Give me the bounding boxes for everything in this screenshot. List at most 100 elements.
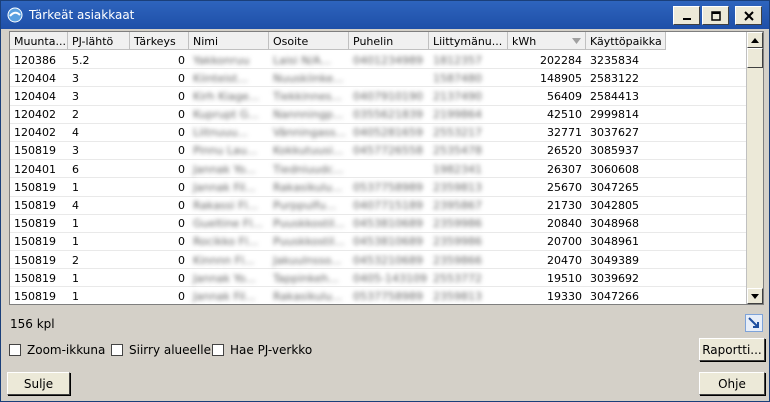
cell-nimi: Liitnuuu... (193, 126, 248, 140)
move-area-label: Siirry alueelle (129, 343, 211, 357)
minimize-button[interactable] (673, 6, 700, 25)
table-row[interactable]: 150819 1 0 Jannak Fil... Rakasikulu... 053775… (10, 287, 747, 304)
cell-puhelin: 0405-143109 (353, 271, 427, 285)
cell-muuntamo: 150819 (14, 180, 56, 194)
record-count: 156 kpl (10, 317, 55, 331)
table-row[interactable]: 150819 1 0 Jannak Yo... Tappinkeh... 0405-143… (10, 269, 747, 288)
cell-liittymanumero: 2137490 (433, 89, 482, 103)
cell-pj-lahto: 1 (72, 217, 79, 231)
move-area-option[interactable]: Siirry alueelle (111, 343, 211, 357)
table-row[interactable]: 120401 6 0 Jannak Yo... Tiedniuudc... 1982341… (10, 160, 747, 179)
cell-kayttopaikka: 3060608 (590, 162, 639, 176)
cell-nimi: Gueltine Fl... (193, 217, 263, 231)
cell-muuntamo: 120402 (14, 108, 56, 122)
column-header-muuntamo[interactable]: Muunta... (10, 32, 68, 50)
cell-tarkeys: 0 (178, 235, 185, 249)
cell-tarkeys: 0 (178, 71, 185, 85)
cell-nimi: Jannak Fil... (193, 180, 256, 194)
fetch-network-checkbox[interactable] (212, 344, 224, 356)
cell-kwh: 26520 (547, 144, 582, 158)
column-header-puhelin[interactable]: Puhelin (349, 32, 429, 50)
cell-muuntamo: 120402 (14, 126, 56, 140)
cell-muuntamo: 150819 (14, 271, 56, 285)
table-row[interactable]: 150819 3 0 Pinnu Lau... Kokkutuusi... 0457726… (10, 142, 747, 161)
scroll-up-button[interactable] (747, 32, 763, 48)
cell-liittymanumero: 2553217 (433, 126, 482, 140)
cell-muuntamo: 120404 (14, 89, 56, 103)
cell-tarkeys: 0 (178, 289, 185, 303)
cell-muuntamo: 120386 (14, 53, 56, 67)
cell-nimi: Jannak Fil... (193, 289, 256, 303)
zoom-toggle-button[interactable] (745, 314, 763, 332)
title-bar: Tärkeät asiakkaat (1, 1, 769, 29)
fetch-network-option[interactable]: Hae PJ-verkko (212, 343, 312, 357)
column-header-tarkeys[interactable]: Tärkeys (130, 32, 189, 50)
customer-grid[interactable]: Muunta... PJ-lähtö Tärkeys Nimi Osoite P… (9, 31, 764, 305)
column-header-osoite[interactable]: Osoite (269, 32, 349, 50)
cell-kayttopaikka: 3235834 (590, 53, 639, 67)
column-header-liittymanumero[interactable]: Liittymänu... (429, 32, 508, 50)
table-row[interactable]: 150819 1 0 Rocikko Fl... Puuskkostil... 04538… (10, 233, 747, 252)
cell-pj-lahto: 2 (72, 108, 79, 122)
cell-kwh: 21730 (547, 199, 582, 212)
cell-nimi: Rocikko Fl... (193, 235, 259, 249)
help-button[interactable]: Ohje (699, 372, 765, 395)
cell-pj-lahto: 4 (72, 199, 79, 212)
cell-kayttopaikka: 3039692 (590, 271, 639, 285)
cell-osoite: Tiedniuudc... (273, 162, 344, 176)
app-icon (7, 7, 23, 23)
maximize-button[interactable] (702, 6, 729, 25)
cell-kayttopaikka: 3048968 (590, 217, 639, 231)
cell-tarkeys: 0 (178, 144, 185, 158)
cell-liittymanumero: 2359986 (433, 235, 482, 249)
column-header-nimi[interactable]: Nimi (189, 32, 269, 50)
cell-liittymanumero: 2553772 (433, 271, 482, 285)
table-row[interactable]: 120402 4 0 Liitnuuu... Vänningass... 04052816… (10, 124, 747, 142)
cell-muuntamo: 150819 (14, 199, 56, 212)
cell-tarkeys: 0 (178, 180, 185, 194)
cell-muuntamo: 150819 (14, 217, 56, 231)
cell-kwh: 32771 (547, 126, 582, 140)
table-row[interactable]: 120404 3 0 Kiinteist... Nuuskiinke... 1587480… (10, 69, 747, 88)
cell-kwh: 202284 (540, 53, 582, 67)
table-row[interactable]: 120386 5.2 0 Yakkonruu Laisi N/A... 040123498… (10, 51, 747, 70)
table-row[interactable]: 150819 1 0 Gueltine Fl... Puuskkostil... 0453… (10, 215, 747, 233)
zoom-window-option[interactable]: Zoom-ikkuna (9, 343, 105, 357)
cell-liittymanumero: 2359866 (433, 253, 482, 267)
cell-puhelin: 0457726558 (353, 144, 423, 158)
cell-pj-lahto: 2 (72, 253, 79, 267)
cell-kwh: 19510 (547, 271, 582, 285)
column-header-kwh[interactable]: kWh (508, 32, 586, 50)
close-button[interactable]: Sulje (7, 372, 70, 395)
cell-osoite: Puuskkostil... (273, 217, 345, 231)
table-row[interactable]: 150819 1 0 Jannak Fil... Rakasikulu... 053775… (10, 178, 747, 197)
table-row[interactable]: 150819 4 0 Rakassi Fl... Purppulfu... 0407715… (10, 197, 747, 215)
cell-pj-lahto: 1 (72, 180, 79, 194)
column-header-pj-lahto[interactable]: PJ-lähtö (68, 32, 130, 50)
cell-puhelin: 0537758989 (353, 180, 423, 194)
vertical-scrollbar[interactable] (746, 32, 763, 304)
cell-kayttopaikka: 3042805 (590, 199, 639, 212)
scroll-down-button[interactable] (747, 288, 763, 304)
cell-osoite: Rakasikulu... (273, 289, 343, 303)
cell-nimi: Kiinteist... (193, 71, 248, 85)
report-button[interactable]: Raportti... (699, 338, 765, 361)
table-row[interactable]: 120402 2 0 Kuprupt G... Nannningp... 03556218… (10, 106, 747, 124)
cell-tarkeys: 0 (178, 253, 185, 267)
cell-muuntamo: 120401 (14, 162, 56, 176)
scroll-thumb[interactable] (747, 48, 763, 68)
table-row[interactable]: 120404 3 0 Kirh Kiage... Tiekkinnes... 040791… (10, 87, 747, 106)
cell-osoite: Nuuskiinke... (273, 71, 344, 85)
column-header-kayttopaikka[interactable]: Käyttöpaikka (586, 32, 666, 50)
cell-nimi: Kinnnn Fl... (193, 253, 255, 267)
main-window: Tärkeät asiakkaat Muunta... PJ-lähtö Tär… (0, 0, 770, 402)
cell-kayttopaikka: 3047266 (590, 289, 639, 303)
zoom-window-label: Zoom-ikkuna (27, 343, 106, 357)
table-row[interactable]: 150819 2 0 Kinnnn Fl... Jakuulnsso... 0453210… (10, 251, 747, 270)
close-window-button[interactable] (735, 6, 762, 25)
cell-kwh: 20470 (547, 253, 582, 267)
cell-pj-lahto: 1 (72, 235, 79, 249)
move-area-checkbox[interactable] (111, 344, 123, 356)
zoom-window-checkbox[interactable] (9, 344, 21, 356)
cell-liittymanumero: 1812357 (433, 53, 482, 67)
